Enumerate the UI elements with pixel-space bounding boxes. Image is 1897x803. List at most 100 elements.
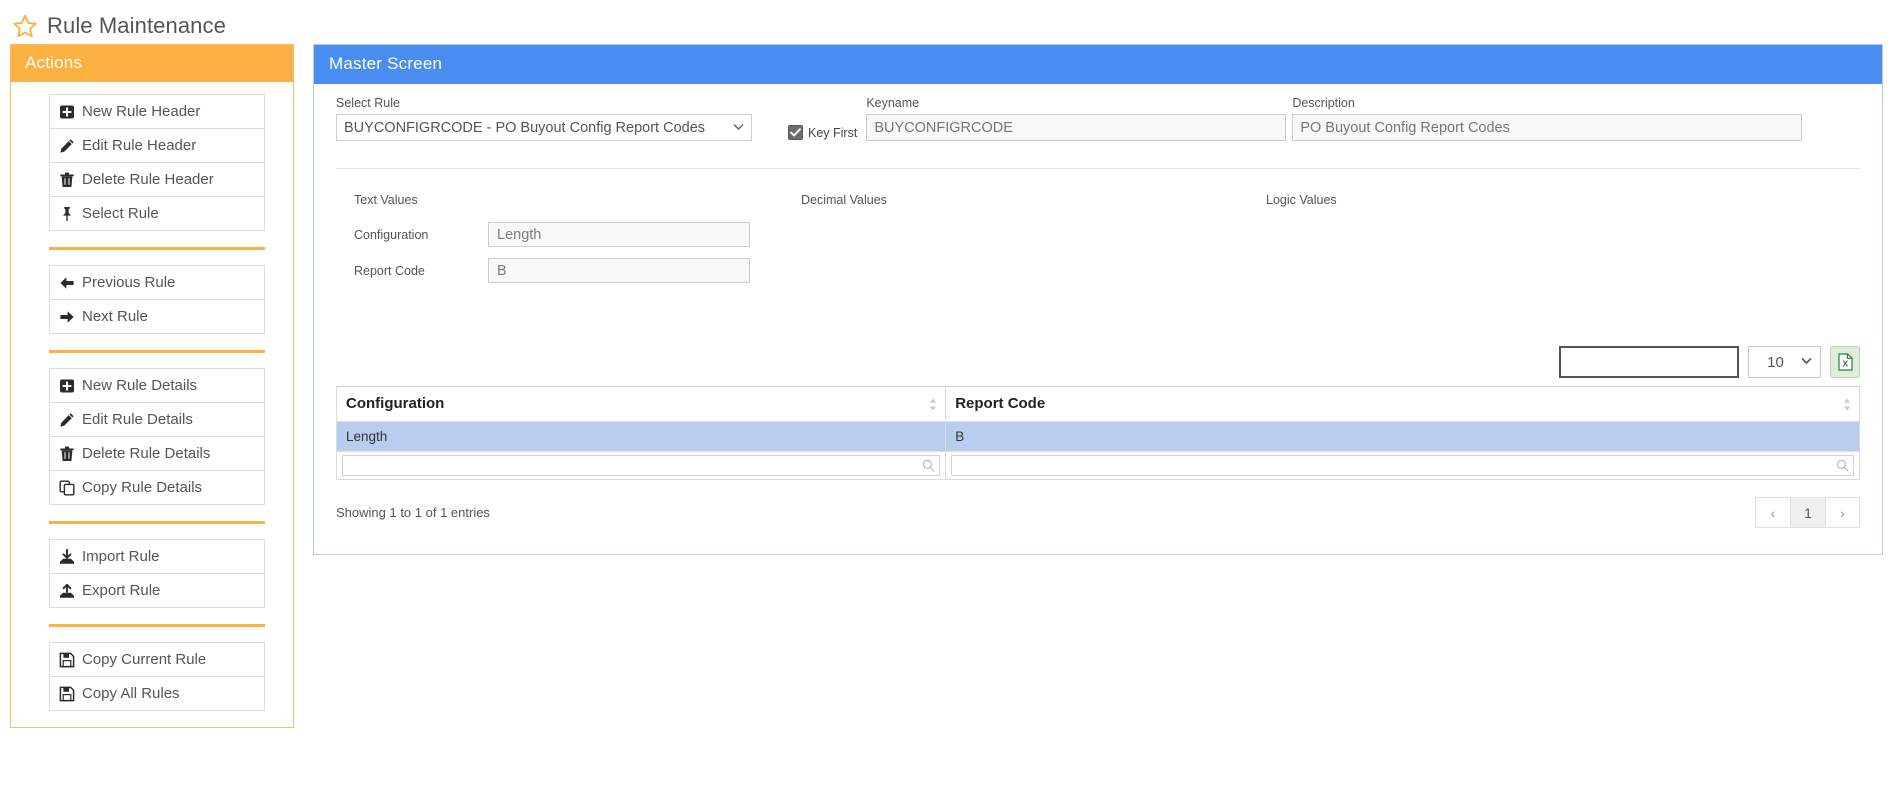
pagination-prev-button[interactable]: ‹ [1755,497,1790,528]
key-first-checkbox[interactable] [788,125,803,140]
sidebar-group-divider [49,521,265,524]
sidebar-item-new-rule-header[interactable]: New Rule Header [50,95,264,129]
sidebar-header: Actions [11,45,293,82]
sidebar-item-export-rule[interactable]: Export Rule [50,574,264,608]
pin-icon [59,206,75,222]
filter-input-configuration[interactable] [348,457,923,474]
table-toolbar: 10 X [314,346,1882,378]
decimal-values-column: Decimal Values [801,193,1266,294]
text-value-input-report-code[interactable] [488,258,750,283]
pagination-next-button[interactable]: › [1825,497,1860,528]
master-screen-panel: Master Screen Select Rule BUYCONFIGRCODE… [313,44,1883,555]
text-values-rows: Configuration Report Code [354,222,801,283]
logic-values-column: Logic Values [1266,193,1646,294]
key-first-block: Key First [788,125,857,141]
sidebar-item-previous-rule[interactable]: Previous Rule [50,266,264,300]
sidebar-item-label: Next Rule [82,308,148,325]
sidebar-action-group: Import Rule Export Rule [49,539,265,608]
copy-icon [59,480,75,496]
filter-box [342,455,941,476]
table-row[interactable]: Length B [335,421,1860,452]
select-rule-dropdown[interactable]: BUYCONFIGRCODE - PO Buyout Config Report… [336,114,752,141]
save-floppy-icon [59,652,75,668]
star-icon [12,13,38,39]
pencil-icon [59,138,75,154]
table-head: Configuration Report Code [335,386,1860,422]
sidebar-item-copy-current-rule[interactable]: Copy Current Rule [50,643,264,677]
page-size-select[interactable]: 10 [1748,346,1821,378]
sidebar-group-divider [49,350,265,353]
description-label: Description [1292,96,1355,110]
keyname-label: Keyname [866,96,920,110]
table-body: Length B [335,421,1860,480]
form-divider [336,168,1860,169]
text-values-column: Text Values Configuration Report Code [336,193,801,294]
column-header-label: Configuration [346,395,445,412]
sidebar-item-label: New Rule Header [82,103,201,120]
sidebar-item-delete-rule-header[interactable]: Delete Rule Header [50,163,264,197]
table-footer: Showing 1 to 1 of 1 entries ‹ 1 › [314,480,1882,528]
sidebar-item-label: Import Rule [82,548,160,565]
sidebar-item-copy-rule-details[interactable]: Copy Rule Details [50,471,264,505]
pagination-page-1[interactable]: 1 [1790,497,1825,528]
table-search-input[interactable] [1559,346,1739,378]
text-value-row: Report Code [354,258,801,283]
logic-values-title: Logic Values [1266,193,1337,207]
page-size-box: 10 [1748,346,1821,378]
sidebar-item-label: New Rule Details [82,377,198,394]
actions-sidebar: Actions New Rule Header Edit Rule Header D… [10,44,294,728]
excel-export-button[interactable]: X [1830,346,1860,378]
sidebar-item-label: Copy Rule Details [82,479,203,496]
trash-icon [59,446,75,462]
filter-cell-configuration [335,451,947,480]
sidebar-item-import-rule[interactable]: Import Rule [50,540,264,574]
svg-text:X: X [1842,358,1848,368]
values-section: Text Values Configuration Report Code Dec… [336,193,1860,294]
sidebar-item-label: Delete Rule Header [82,171,214,188]
column-header-label: Report Code [955,395,1046,412]
text-value-label-configuration: Configuration [354,227,429,242]
sidebar-item-new-rule-details[interactable]: New Rule Details [50,369,264,403]
search-icon [922,459,935,472]
text-value-row: Configuration [354,222,801,247]
page-layout: Actions New Rule Header Edit Rule Header D… [0,44,1897,728]
plus-square-icon [59,104,75,120]
description-field: Description [1292,96,1803,141]
decimal-values-title: Decimal Values [801,193,887,207]
save-floppy-icon [59,686,75,702]
keyname-input[interactable] [866,114,1287,141]
select-rule-label: Select Rule [336,96,400,110]
data-table-wrap: Configuration Report Code Length B [314,386,1882,480]
sidebar-action-group: Copy Current Rule Copy All Rules [49,642,265,711]
cell-configuration: Length [335,421,947,452]
sidebar-item-label: Edit Rule Details [82,411,193,428]
excel-export-icon: X [1837,353,1853,371]
page-title-bar: Rule Maintenance [0,0,1897,44]
sidebar-action-group: New Rule Header Edit Rule Header Delete Ru… [49,94,265,231]
trash-icon [59,172,75,188]
filter-box [951,455,1854,476]
column-header-configuration[interactable]: Configuration [335,386,947,422]
column-header-report-code[interactable]: Report Code [945,386,1860,422]
table-header-row: Configuration Report Code [335,386,1860,422]
description-input[interactable] [1292,114,1803,141]
sidebar-item-next-rule[interactable]: Next Rule [50,300,264,334]
table-filter-row [335,451,1860,480]
sidebar-item-edit-rule-details[interactable]: Edit Rule Details [50,403,264,437]
filter-cell-report-code [945,451,1860,480]
sidebar-body: New Rule Header Edit Rule Header Delete Ru… [11,82,293,727]
master-screen-body: Select Rule BUYCONFIGRCODE - PO Buyout C… [314,84,1882,316]
sidebar-item-copy-all-rules[interactable]: Copy All Rules [50,677,264,711]
filter-input-report-code[interactable] [957,457,1836,474]
sidebar-item-select-rule[interactable]: Select Rule [50,197,264,231]
search-icon [1836,459,1849,472]
sort-arrows-icon [1843,398,1851,411]
rule-form-row: Select Rule BUYCONFIGRCODE - PO Buyout C… [336,96,1860,141]
sidebar-item-edit-rule-header[interactable]: Edit Rule Header [50,129,264,163]
master-screen-header: Master Screen [314,45,1882,84]
text-value-input-configuration[interactable] [488,222,750,247]
sidebar-item-delete-rule-details[interactable]: Delete Rule Details [50,437,264,471]
export-upload-icon [59,583,75,599]
rule-details-table: Configuration Report Code Length B [335,386,1860,480]
cell-report-code: B [945,421,1860,452]
